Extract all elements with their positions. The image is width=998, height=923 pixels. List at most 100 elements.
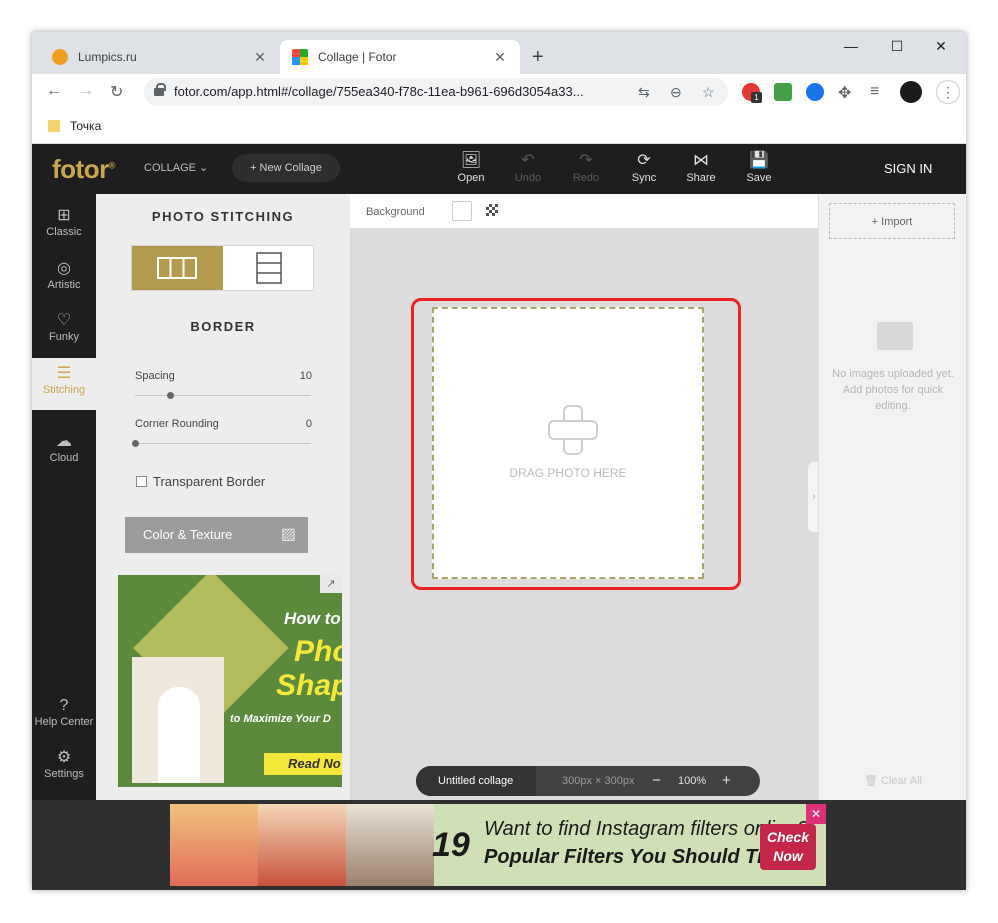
lock-icon [154, 83, 166, 96]
logo-registered-mark: ® [108, 160, 116, 171]
tab-fotor[interactable]: Collage | Fotor ✕ [280, 40, 520, 74]
banner-close-icon[interactable]: ✕ [806, 804, 826, 824]
ad-read-button[interactable]: Read No [264, 753, 342, 775]
save-button[interactable]: 💾 Save [737, 152, 781, 184]
bookmark-star-icon[interactable]: ☆ [702, 84, 715, 101]
import-button[interactable]: + Import [829, 203, 955, 239]
vertical-layout-button[interactable] [223, 246, 314, 290]
corner-rounding-value: 0 [305, 418, 312, 430]
extension-music-icon[interactable] [774, 83, 792, 101]
chevron-right-icon: › [812, 491, 816, 502]
rail-item-funky[interactable]: ♡ Funky [32, 305, 96, 357]
banner-check-now-button[interactable]: Check Now [760, 824, 816, 870]
save-icon: 💾 [749, 152, 769, 169]
rail-item-stitching[interactable]: ☰ Stitching [32, 358, 96, 410]
chevron-down-icon: ⌄ [199, 162, 209, 174]
address-bar[interactable]: fotor.com/app.html#/collage/755ea340-f78… [144, 78, 728, 106]
texture-icon: ▨ [280, 526, 296, 543]
color-texture-label: Color & Texture [143, 527, 233, 542]
transparent-background-icon[interactable] [486, 204, 498, 216]
media-queue-icon[interactable]: ≡ [870, 83, 879, 101]
forward-arrow-icon[interactable]: → [78, 82, 94, 100]
spacing-slider[interactable] [135, 392, 311, 399]
border-title: BORDER [190, 319, 256, 334]
sync-label: Sync [631, 172, 657, 184]
undo-button[interactable]: ↶ Undo [506, 152, 550, 184]
photo-drop-zone[interactable]: DRAG PHOTO HERE [432, 307, 704, 579]
background-color-swatch[interactable] [452, 201, 472, 221]
panel-title: PHOTO STITCHING [151, 209, 295, 224]
open-button[interactable]: 🖼 Open [449, 152, 493, 184]
share-icon: ⋈ [693, 152, 709, 169]
tab-lumpics[interactable]: Lumpics.ru ✕ [40, 40, 280, 74]
ad-person [158, 687, 200, 783]
tab-close-icon[interactable]: ✕ [252, 49, 268, 66]
clear-all-button[interactable]: 🗑 Clear All [819, 774, 966, 787]
extensions-puzzle-icon[interactable]: ✥ [838, 83, 851, 103]
background-bar: Background [350, 194, 818, 228]
import-label: Import [881, 216, 913, 228]
redo-button[interactable]: ↷ Redo [564, 152, 608, 184]
zoom-in-button[interactable]: + [722, 772, 731, 789]
sync-icon: ⟳ [637, 152, 651, 169]
horizontal-layout-button[interactable] [132, 246, 223, 290]
sync-button[interactable]: ⟳ Sync [622, 152, 666, 184]
zoom-icon[interactable]: ⊖ [670, 84, 682, 101]
artistic-icon: ◎ [57, 260, 71, 277]
share-button[interactable]: ⋈ Share [679, 152, 723, 184]
ad-line3: Shap [276, 669, 342, 702]
bookmark-tochka[interactable]: Точка [70, 119, 101, 133]
corner-rounding-slider[interactable] [132, 440, 311, 447]
fotor-app: fotor® COLLAGE ⌄ + New Collage 🖼 Open ↶ … [32, 144, 966, 890]
menu-kebab-icon[interactable]: ⋮ [936, 80, 960, 104]
funky-icon: ♡ [56, 312, 72, 329]
close-window-button[interactable]: ✕ [918, 38, 964, 55]
rail-item-help[interactable]: ? Help Center [32, 690, 96, 742]
banner-photo-1 [170, 804, 258, 886]
rail-item-artistic[interactable]: ◎ Artistic [32, 253, 96, 305]
undo-label: Undo [514, 172, 542, 184]
mode-dropdown[interactable]: COLLAGE ⌄ [144, 161, 208, 174]
canvas-status-bar: Untitled collage 300px × 300px − 100% + [416, 766, 760, 796]
profile-avatar[interactable] [900, 81, 922, 103]
plus-icon: + [871, 216, 882, 228]
new-tab-button[interactable]: + [532, 46, 544, 69]
corner-rounding-slider-handle[interactable] [132, 440, 139, 447]
rail-item-cloud[interactable]: ☁ Cloud [32, 426, 96, 478]
extension-globe-icon[interactable] [806, 83, 824, 101]
translate-icon[interactable]: ⇆ [638, 84, 650, 101]
transparent-border-label[interactable]: Transparent Border [153, 474, 265, 489]
fotor-favicon-icon [292, 49, 308, 65]
banner-photo-3 [346, 804, 434, 886]
extension-red-icon[interactable]: 1 [742, 83, 762, 103]
banner-advertisement[interactable]: 19 Want to find Instagram filters online… [170, 804, 826, 886]
new-collage-button[interactable]: + New Collage [232, 154, 340, 182]
sign-in-button[interactable]: SIGN IN [884, 161, 932, 176]
zoom-out-button[interactable]: − [652, 772, 661, 789]
ad-expand-icon[interactable]: ↗ [320, 575, 342, 593]
no-images-text: No images uploaded yet. Add photos for q… [832, 368, 954, 412]
rail-item-classic[interactable]: ⊞ Classic [32, 200, 96, 252]
side-advertisement[interactable]: How to Pho Shap to Maximize Your D Read … [118, 575, 342, 787]
url-text[interactable]: fotor.com/app.html#/collage/755ea340-f78… [174, 84, 584, 99]
reload-icon[interactable]: ↻ [110, 82, 123, 102]
spacing-slider-handle[interactable] [167, 392, 175, 399]
transparent-border-checkbox[interactable] [136, 476, 147, 487]
tab-close-icon[interactable]: ✕ [492, 49, 508, 66]
mode-label: COLLAGE [144, 162, 196, 174]
help-icon: ? [59, 697, 69, 714]
browser-window: Lumpics.ru ✕ Collage | Fotor ✕ + — ☐ ✕ ←… [32, 32, 966, 890]
color-texture-button[interactable]: Color & Texture ▨ [125, 517, 308, 553]
maximize-button[interactable]: ☐ [874, 38, 920, 55]
back-arrow-icon[interactable]: ← [46, 82, 62, 100]
collage-name[interactable]: Untitled collage [416, 766, 536, 796]
classic-icon: ⊞ [57, 207, 71, 224]
canvas-area: Background DRAG PHOTO HERE › Untitled co… [350, 194, 820, 800]
rail-item-settings[interactable]: ⚙ Settings [32, 742, 96, 794]
minimize-button[interactable]: — [828, 38, 874, 54]
columns-icon [157, 257, 197, 279]
save-label: Save [746, 172, 772, 184]
stitching-icon: ☰ [56, 365, 72, 382]
fotor-logo[interactable]: fotor® [52, 154, 115, 185]
stitching-panel: PHOTO STITCHING BORDER Spacing 10 Corner… [96, 194, 350, 800]
